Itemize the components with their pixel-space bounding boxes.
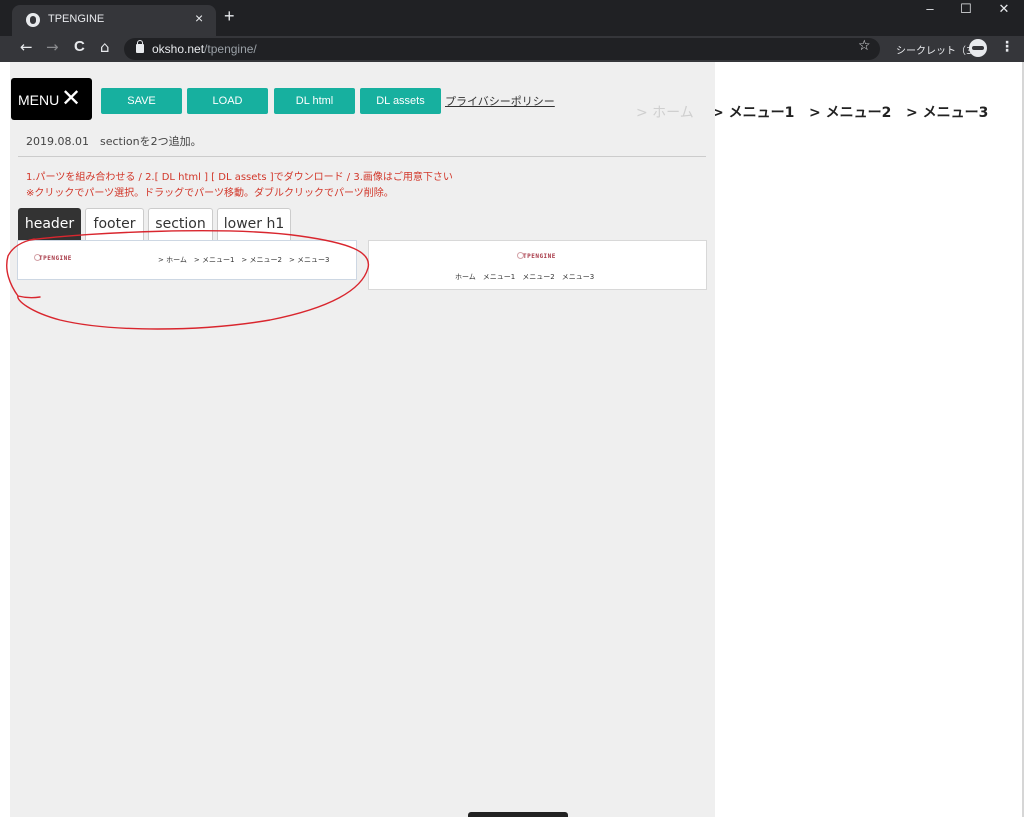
- annotation-circle: [6, 230, 370, 330]
- annotation-stroke: [6, 230, 370, 330]
